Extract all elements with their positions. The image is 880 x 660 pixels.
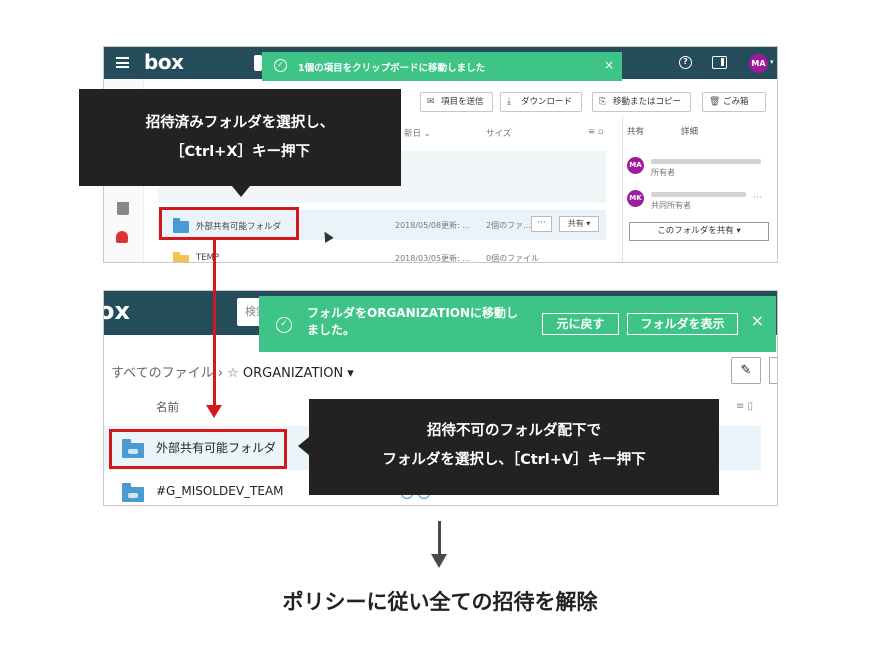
- sidebar-toggle-icon[interactable]: [712, 56, 727, 69]
- table-row[interactable]: TEMP 2018/03/05更新: ... 0個のファイル: [158, 243, 606, 263]
- check-circle-icon: ✓: [276, 317, 292, 333]
- move-arrow-line: [213, 237, 216, 407]
- account-avatar[interactable]: MA: [749, 54, 768, 73]
- search-input[interactable]: [254, 55, 262, 71]
- toolbar-edge-button[interactable]: [769, 357, 777, 384]
- column-name[interactable]: 名前: [156, 399, 179, 415]
- toast-message: 1個の項目をクリップボードに移動しました: [298, 63, 486, 74]
- trash-button[interactable]: 🗑 ごみ箱: [702, 92, 766, 112]
- tab-shared[interactable]: 共有: [627, 125, 644, 137]
- move-icon: ⎘: [599, 97, 607, 107]
- selected-folder-highlight: [159, 207, 299, 240]
- chevron-down-icon[interactable]: ▾: [770, 58, 774, 66]
- box-logo[interactable]: ox: [104, 297, 130, 325]
- details-panel: 共有 詳細 MA 所有者 MK 共同所有者 ··· このフォルダを共有 ▾: [622, 117, 777, 262]
- column-size[interactable]: サイズ: [486, 127, 511, 139]
- download-button[interactable]: ⤓ ダウンロード: [500, 92, 582, 112]
- callout-paste: 招待不可のフォルダ配下で フォルダを選択し、［Ctrl+V］キー押下: [298, 399, 719, 495]
- menu-icon[interactable]: [116, 57, 129, 68]
- avatar: MK: [627, 190, 644, 207]
- share-dropdown-button[interactable]: 共有 ▾: [559, 216, 599, 232]
- more-options-button[interactable]: ···: [753, 193, 762, 203]
- callout-line: ［Ctrl+X］キー押下: [169, 144, 311, 160]
- send-items-button[interactable]: ✉ 項目を送信: [420, 92, 493, 112]
- clipboard-toast: ✓ 1個の項目をクリップボードに移動しました ×: [262, 52, 622, 81]
- down-arrow-icon: [431, 554, 447, 568]
- more-options-button[interactable]: ···: [531, 216, 552, 232]
- move-copy-button[interactable]: ⎘ 移動またはコピー: [592, 92, 691, 112]
- trash-icon[interactable]: [117, 202, 129, 215]
- notification-icon[interactable]: [116, 231, 128, 243]
- tab-details[interactable]: 詳細: [681, 125, 698, 137]
- shared-folder-icon: [122, 483, 144, 502]
- undo-button[interactable]: 元に戻す: [542, 313, 619, 335]
- move-toast: ✓ フォルダをORGANIZATIONに移動しました。 元に戻す フォルダを表示…: [259, 296, 776, 352]
- redacted-name: [651, 192, 746, 197]
- list-view-icon[interactable]: ≡ ▯: [736, 401, 753, 412]
- updated-date: 2018/05/08更新: ...: [395, 221, 470, 230]
- folder-name[interactable]: #G_MISOLDEV_TEAM: [156, 484, 284, 498]
- item-count: 2個のファ...: [486, 221, 531, 230]
- updated-date: 2018/03/05更新: ...: [395, 254, 470, 263]
- chevron-right-icon: ›: [217, 366, 223, 381]
- close-icon[interactable]: ×: [604, 58, 614, 72]
- breadcrumb-current[interactable]: ORGANIZATION ▾: [243, 366, 354, 381]
- close-icon[interactable]: ×: [751, 311, 764, 330]
- callout-line: フォルダを選択し、［Ctrl+V］キー押下: [382, 452, 646, 468]
- help-icon[interactable]: ?: [679, 56, 692, 69]
- trash-icon: 🗑: [709, 97, 721, 107]
- share-folder-button[interactable]: このフォルダを共有 ▾: [629, 222, 769, 241]
- item-count: 0個のファイル: [486, 254, 540, 263]
- callout-line: 招待不可のフォルダ配下で: [427, 423, 601, 439]
- callout-line: 招待済みフォルダを選択し、: [145, 115, 335, 131]
- star-icon[interactable]: ☆: [227, 366, 239, 381]
- pasted-folder-highlight: [109, 429, 287, 469]
- avatar: MA: [627, 157, 644, 174]
- breadcrumb-all-files[interactable]: すべてのファイル: [111, 366, 214, 381]
- list-view-icon[interactable]: ≡ ▫: [588, 127, 604, 137]
- check-circle-icon: ✓: [274, 59, 287, 72]
- show-folder-button[interactable]: フォルダを表示: [627, 313, 738, 335]
- user-role: 所有者: [651, 168, 675, 177]
- download-icon: ⤓: [507, 97, 511, 107]
- redacted-name: [651, 159, 761, 164]
- box-logo[interactable]: box: [144, 50, 184, 74]
- column-updated[interactable]: 新日 ⌄: [404, 127, 431, 139]
- result-arrow-line: [438, 521, 441, 557]
- user-role: 共同所有者: [651, 201, 691, 210]
- folder-icon: [173, 252, 189, 262]
- breadcrumb: すべてのファイル › ☆ ORGANIZATION ▾: [111, 362, 354, 381]
- edit-pen-button[interactable]: ✎: [731, 357, 761, 384]
- conclusion-text: ポリシーに従い全ての招待を解除: [282, 590, 598, 614]
- callout-cut: 招待済みフォルダを選択し、 ［Ctrl+X］キー押下: [79, 89, 401, 197]
- move-arrow-head: [206, 405, 222, 418]
- envelope-icon: ✉: [427, 97, 435, 107]
- toast-message: フォルダをORGANIZATIONに移動しました。: [307, 306, 519, 337]
